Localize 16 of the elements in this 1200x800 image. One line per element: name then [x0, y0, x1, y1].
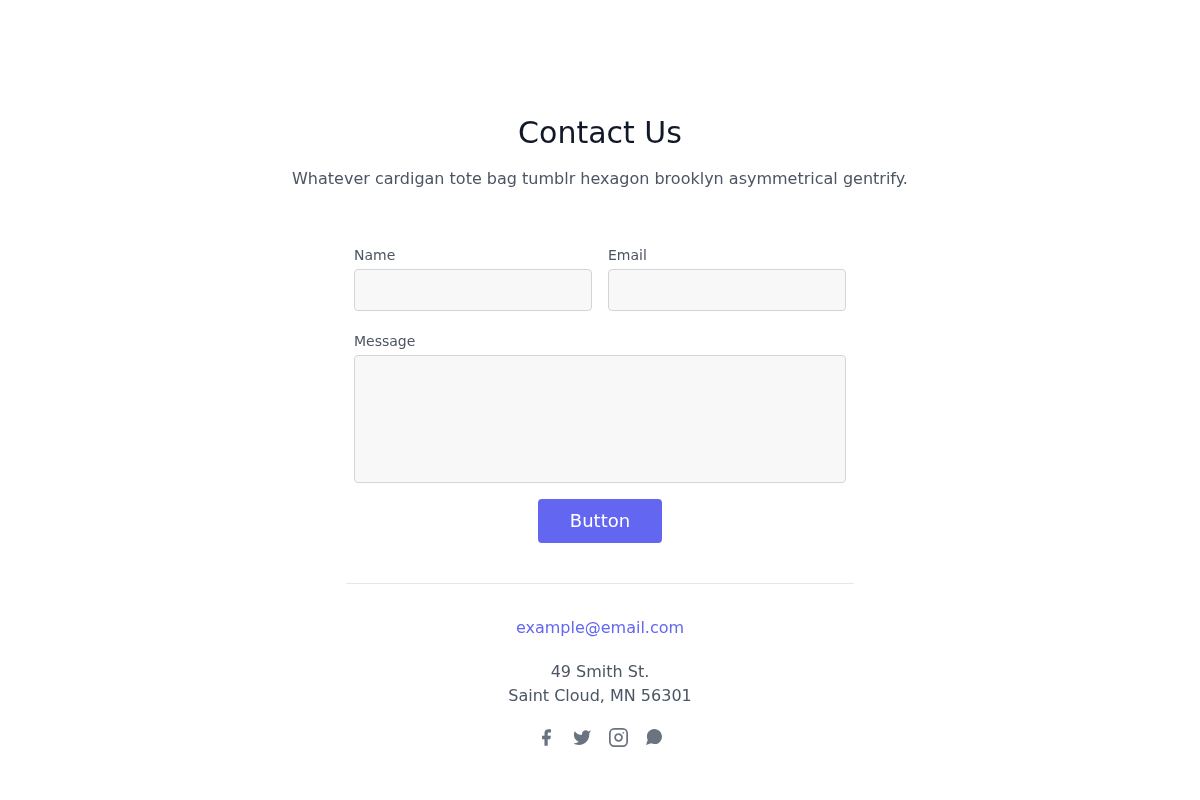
letter-f-icon[interactable] — [541, 728, 551, 746]
field-label: Email — [608, 246, 648, 265]
camera-icon[interactable] — [608, 727, 628, 747]
chat-bubble-icon[interactable] — [646, 729, 662, 745]
message-field[interactable] — [354, 355, 846, 483]
address-line: Saint Cloud, MN 56301 — [508, 685, 692, 707]
email-link[interactable]: example@email.com — [515, 616, 685, 640]
field-label: Name — [354, 246, 397, 265]
field-label: Message — [354, 332, 417, 351]
input-field[interactable] — [354, 269, 592, 311]
page-subtitle: Whatever cardigan tote bag tumblr hexagon brooklyn asymmetrical gentrify. — [292, 168, 908, 190]
page-title: Contact Us — [518, 115, 682, 151]
bird-icon[interactable] — [573, 729, 591, 745]
submit-button[interactable]: Button — [537, 499, 663, 543]
address-line: 49 Smith St. — [550, 661, 650, 683]
input-field[interactable] — [608, 269, 846, 311]
